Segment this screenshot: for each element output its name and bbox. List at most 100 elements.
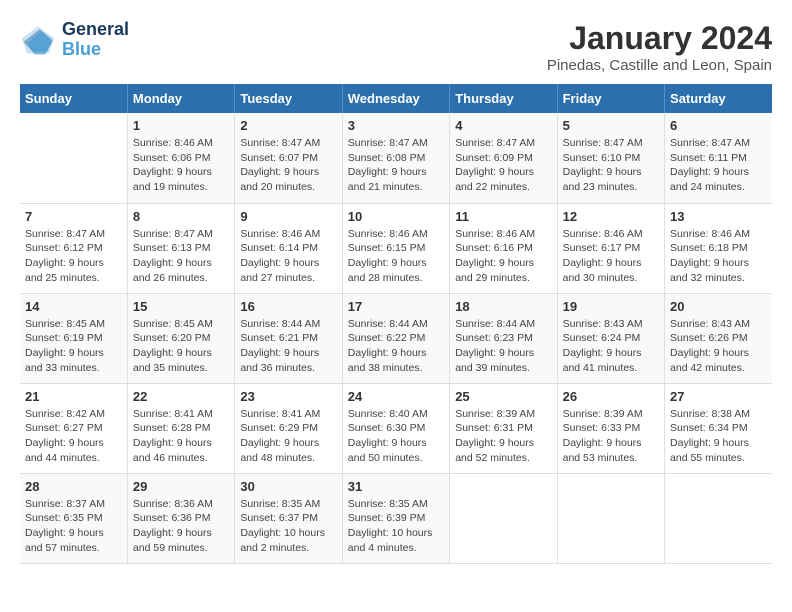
calendar-week-row: 7Sunrise: 8:47 AM Sunset: 6:12 PM Daylig… [20, 203, 772, 293]
day-info: Sunrise: 8:40 AM Sunset: 6:30 PM Dayligh… [348, 407, 444, 466]
calendar-cell: 28 Sunrise: 8:37 AM Sunset: 6:35 PM Dayli… [20, 473, 127, 563]
calendar-week-row: 21 Sunrise: 8:42 AM Sunset: 6:27 PM Dayli… [20, 383, 772, 473]
day-number: 3 [348, 118, 444, 133]
calendar-cell: 1 Sunrise: 8:46 AM Sunset: 6:06 PM Daylig… [127, 113, 234, 203]
calendar-week-row: 14 Sunrise: 8:45 AM Sunset: 6:19 PM Dayli… [20, 293, 772, 383]
calendar-cell: 9 Sunrise: 8:46 AM Sunset: 6:14 PM Daylig… [235, 203, 342, 293]
calendar-cell: 7Sunrise: 8:47 AM Sunset: 6:12 PM Daylig… [20, 203, 127, 293]
day-info: Sunrise: 8:46 AM Sunset: 6:14 PM Dayligh… [240, 227, 336, 286]
day-info: Sunrise: 8:47 AM Sunset: 6:08 PM Dayligh… [348, 136, 444, 195]
calendar-week-row: 1 Sunrise: 8:46 AM Sunset: 6:06 PM Daylig… [20, 113, 772, 203]
day-info: Sunrise: 8:47 AM Sunset: 6:13 PM Dayligh… [133, 227, 229, 286]
day-number: 6 [670, 118, 767, 133]
day-info: Sunrise: 8:35 AM Sunset: 6:39 PM Dayligh… [348, 497, 444, 556]
calendar-cell: 14 Sunrise: 8:45 AM Sunset: 6:19 PM Dayli… [20, 293, 127, 383]
logo-icon [20, 22, 56, 58]
day-number: 17 [348, 299, 444, 314]
weekday-header: Sunday [20, 84, 127, 113]
weekday-header: Thursday [450, 84, 557, 113]
day-info: Sunrise: 8:46 AM Sunset: 6:18 PM Dayligh… [670, 227, 767, 286]
calendar-cell [450, 473, 557, 563]
day-info: Sunrise: 8:45 AM Sunset: 6:20 PM Dayligh… [133, 317, 229, 376]
day-number: 11 [455, 209, 551, 224]
calendar-cell: 19Sunrise: 8:43 AM Sunset: 6:24 PM Dayli… [557, 293, 664, 383]
day-info: Sunrise: 8:37 AM Sunset: 6:35 PM Dayligh… [25, 497, 122, 556]
day-info: Sunrise: 8:45 AM Sunset: 6:19 PM Dayligh… [25, 317, 122, 376]
calendar-cell: 21 Sunrise: 8:42 AM Sunset: 6:27 PM Dayli… [20, 383, 127, 473]
calendar-cell: 11 Sunrise: 8:46 AM Sunset: 6:16 PM Dayli… [450, 203, 557, 293]
day-number: 4 [455, 118, 551, 133]
day-info: Sunrise: 8:47 AM Sunset: 6:12 PM Dayligh… [25, 227, 122, 286]
day-number: 19 [563, 299, 659, 314]
day-info: Sunrise: 8:44 AM Sunset: 6:21 PM Dayligh… [240, 317, 336, 376]
day-info: Sunrise: 8:39 AM Sunset: 6:31 PM Dayligh… [455, 407, 551, 466]
weekday-header-row: SundayMondayTuesdayWednesdayThursdayFrid… [20, 84, 772, 113]
day-info: Sunrise: 8:47 AM Sunset: 6:11 PM Dayligh… [670, 136, 767, 195]
weekday-header: Saturday [665, 84, 772, 113]
calendar-cell: 23 Sunrise: 8:41 AM Sunset: 6:29 PM Dayli… [235, 383, 342, 473]
day-number: 21 [25, 389, 122, 404]
calendar-cell: 25 Sunrise: 8:39 AM Sunset: 6:31 PM Dayli… [450, 383, 557, 473]
calendar-cell: 26Sunrise: 8:39 AM Sunset: 6:33 PM Dayli… [557, 383, 664, 473]
day-number: 9 [240, 209, 336, 224]
day-number: 10 [348, 209, 444, 224]
weekday-header: Monday [127, 84, 234, 113]
day-info: Sunrise: 8:47 AM Sunset: 6:09 PM Dayligh… [455, 136, 551, 195]
day-info: Sunrise: 8:47 AM Sunset: 6:10 PM Dayligh… [563, 136, 659, 195]
day-number: 5 [563, 118, 659, 133]
calendar-cell: 24Sunrise: 8:40 AM Sunset: 6:30 PM Dayli… [342, 383, 449, 473]
day-info: Sunrise: 8:47 AM Sunset: 6:07 PM Dayligh… [240, 136, 336, 195]
day-info: Sunrise: 8:39 AM Sunset: 6:33 PM Dayligh… [563, 407, 659, 466]
weekday-header: Friday [557, 84, 664, 113]
day-number: 28 [25, 479, 122, 494]
day-number: 13 [670, 209, 767, 224]
day-number: 25 [455, 389, 551, 404]
calendar-cell: 17Sunrise: 8:44 AM Sunset: 6:22 PM Dayli… [342, 293, 449, 383]
day-info: Sunrise: 8:41 AM Sunset: 6:29 PM Dayligh… [240, 407, 336, 466]
calendar-cell: 16Sunrise: 8:44 AM Sunset: 6:21 PM Dayli… [235, 293, 342, 383]
day-number: 1 [133, 118, 229, 133]
day-info: Sunrise: 8:46 AM Sunset: 6:17 PM Dayligh… [563, 227, 659, 286]
calendar-cell: 10 Sunrise: 8:46 AM Sunset: 6:15 PM Dayli… [342, 203, 449, 293]
day-info: Sunrise: 8:46 AM Sunset: 6:15 PM Dayligh… [348, 227, 444, 286]
day-info: Sunrise: 8:44 AM Sunset: 6:23 PM Dayligh… [455, 317, 551, 376]
day-number: 12 [563, 209, 659, 224]
calendar-cell [20, 113, 127, 203]
calendar-week-row: 28 Sunrise: 8:37 AM Sunset: 6:35 PM Dayli… [20, 473, 772, 563]
weekday-header: Wednesday [342, 84, 449, 113]
calendar-cell: 6 Sunrise: 8:47 AM Sunset: 6:11 PM Daylig… [665, 113, 772, 203]
calendar-cell: 13 Sunrise: 8:46 AM Sunset: 6:18 PM Dayli… [665, 203, 772, 293]
header: General Blue January 2024 Pinedas, Casti… [20, 20, 772, 74]
day-info: Sunrise: 8:41 AM Sunset: 6:28 PM Dayligh… [133, 407, 229, 466]
calendar-cell: 29Sunrise: 8:36 AM Sunset: 6:36 PM Dayli… [127, 473, 234, 563]
calendar-cell: 2 Sunrise: 8:47 AM Sunset: 6:07 PM Daylig… [235, 113, 342, 203]
weekday-header: Tuesday [235, 84, 342, 113]
day-number: 20 [670, 299, 767, 314]
day-number: 2 [240, 118, 336, 133]
day-number: 8 [133, 209, 229, 224]
day-info: Sunrise: 8:42 AM Sunset: 6:27 PM Dayligh… [25, 407, 122, 466]
logo: General Blue [20, 20, 129, 60]
calendar-cell [665, 473, 772, 563]
day-number: 29 [133, 479, 229, 494]
calendar-cell: 20Sunrise: 8:43 AM Sunset: 6:26 PM Dayli… [665, 293, 772, 383]
day-number: 22 [133, 389, 229, 404]
day-number: 31 [348, 479, 444, 494]
day-info: Sunrise: 8:46 AM Sunset: 6:16 PM Dayligh… [455, 227, 551, 286]
calendar-cell: 5 Sunrise: 8:47 AM Sunset: 6:10 PM Daylig… [557, 113, 664, 203]
day-info: Sunrise: 8:38 AM Sunset: 6:34 PM Dayligh… [670, 407, 767, 466]
calendar-cell: 31 Sunrise: 8:35 AM Sunset: 6:39 PM Dayli… [342, 473, 449, 563]
calendar-cell: 30 Sunrise: 8:35 AM Sunset: 6:37 PM Dayli… [235, 473, 342, 563]
day-number: 30 [240, 479, 336, 494]
calendar-cell: 27 Sunrise: 8:38 AM Sunset: 6:34 PM Dayli… [665, 383, 772, 473]
location-subtitle: Pinedas, Castille and Leon, Spain [547, 57, 772, 74]
day-number: 27 [670, 389, 767, 404]
day-info: Sunrise: 8:46 AM Sunset: 6:06 PM Dayligh… [133, 136, 229, 195]
calendar-cell: 18Sunrise: 8:44 AM Sunset: 6:23 PM Dayli… [450, 293, 557, 383]
day-info: Sunrise: 8:35 AM Sunset: 6:37 PM Dayligh… [240, 497, 336, 556]
calendar-cell: 15 Sunrise: 8:45 AM Sunset: 6:20 PM Dayli… [127, 293, 234, 383]
day-number: 15 [133, 299, 229, 314]
day-number: 23 [240, 389, 336, 404]
calendar-cell: 4 Sunrise: 8:47 AM Sunset: 6:09 PM Daylig… [450, 113, 557, 203]
day-number: 14 [25, 299, 122, 314]
